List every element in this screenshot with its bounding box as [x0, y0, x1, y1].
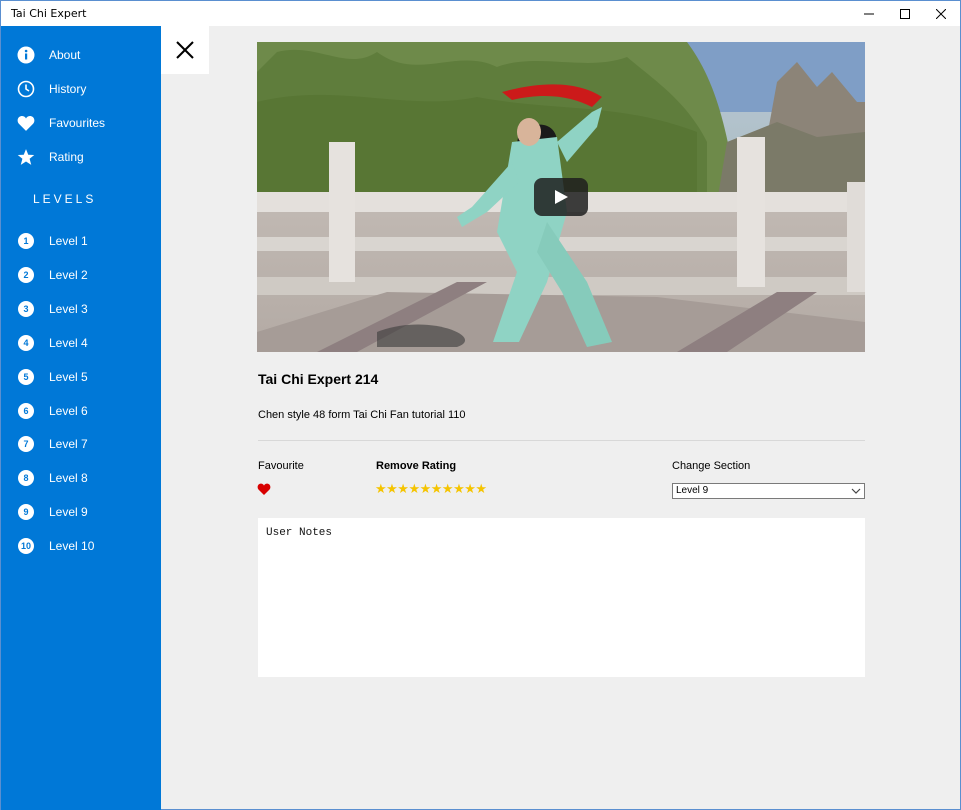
- close-window-button[interactable]: [923, 1, 959, 26]
- level-number-badge: 9: [18, 504, 34, 520]
- video-description: Chen style 48 form Tai Chi Fan tutorial …: [258, 409, 466, 421]
- clock-icon: [17, 80, 35, 98]
- sidebar-item-level-6[interactable]: 6 Level 6: [1, 394, 161, 428]
- sidebar-item-label: Level 7: [49, 437, 88, 451]
- maximize-button[interactable]: [887, 1, 923, 26]
- sidebar-item-label: Level 10: [49, 539, 95, 553]
- sidebar-item-level-3[interactable]: 3 Level 3: [1, 292, 161, 326]
- level-number-badge: 3: [18, 301, 34, 317]
- user-notes-textarea[interactable]: User Notes: [258, 518, 865, 677]
- sidebar-item-level-7[interactable]: 7 Level 7: [1, 427, 161, 461]
- sidebar-item-label: Rating: [49, 150, 84, 164]
- sidebar-item-label: Level 4: [49, 336, 88, 350]
- close-detail-button[interactable]: [161, 26, 209, 74]
- sidebar-item-about[interactable]: About: [1, 38, 161, 72]
- sidebar-item-favourites[interactable]: Favourites: [1, 106, 161, 140]
- sidebar-item-label: Level 2: [49, 268, 88, 282]
- level-number-badge: 6: [18, 403, 34, 419]
- sidebar-item-level-1[interactable]: 1 Level 1: [1, 224, 161, 258]
- level-number-badge: 10: [18, 538, 34, 554]
- section-select-value: Level 9: [676, 485, 709, 496]
- section-select[interactable]: Level 9: [672, 483, 865, 499]
- sidebar-item-level-8[interactable]: 8 Level 8: [1, 461, 161, 495]
- level-number-badge: 7: [18, 436, 34, 452]
- chevron-down-icon: [851, 488, 861, 494]
- play-button[interactable]: [534, 178, 588, 216]
- level-number-badge: 2: [18, 267, 34, 283]
- favourite-label: Favourite: [258, 460, 304, 472]
- close-icon: [176, 41, 194, 59]
- sidebar-item-label: Level 1: [49, 234, 88, 248]
- sidebar-item-rating[interactable]: Rating: [1, 140, 161, 174]
- change-section-label: Change Section: [672, 460, 751, 472]
- rating-stars[interactable]: ★★★★★★★★★★: [375, 483, 487, 497]
- user-notes-placeholder: User Notes: [266, 527, 333, 539]
- sidebar-item-label: Level 9: [49, 505, 88, 519]
- sidebar-item-level-5[interactable]: 5 Level 5: [1, 360, 161, 394]
- level-number-badge: 1: [18, 233, 34, 249]
- play-icon: [555, 190, 568, 204]
- sidebar-item-level-9[interactable]: 9 Level 9: [1, 495, 161, 529]
- heart-icon: [17, 114, 35, 132]
- sidebar-item-label: Level 6: [49, 404, 88, 418]
- sidebar-item-level-2[interactable]: 2 Level 2: [1, 258, 161, 292]
- levels-header: LEVELS: [33, 192, 97, 206]
- sidebar-item-label: History: [49, 82, 87, 96]
- sidebar-item-label: About: [49, 48, 81, 62]
- video-title: Tai Chi Expert 214: [258, 371, 379, 387]
- minimize-icon: [864, 13, 874, 14]
- video-player[interactable]: [257, 42, 865, 352]
- level-number-badge: 4: [18, 335, 34, 351]
- info-icon: [17, 46, 35, 64]
- remove-rating-button[interactable]: Remove Rating: [376, 460, 456, 472]
- sidebar-item-label: Favourites: [49, 116, 106, 130]
- sidebar-item-level-10[interactable]: 10 Level 10: [1, 529, 161, 563]
- divider: [258, 440, 865, 441]
- level-number-badge: 8: [18, 470, 34, 486]
- sidebar-item-label: Level 3: [49, 302, 88, 316]
- window-title: Tai Chi Expert: [11, 7, 87, 20]
- level-number-badge: 5: [18, 369, 34, 385]
- star-icon: [17, 148, 35, 166]
- app-window: Tai Chi Expert About History Favourites …: [0, 0, 961, 810]
- favourite-heart-icon[interactable]: [257, 483, 271, 495]
- sidebar-item-level-4[interactable]: 4 Level 4: [1, 326, 161, 360]
- sidebar-item-history[interactable]: History: [1, 72, 161, 106]
- sidebar: About History Favourites Rating LEVELS 1…: [1, 26, 161, 810]
- sidebar-item-label: Level 8: [49, 471, 88, 485]
- close-icon: [936, 8, 946, 19]
- title-bar[interactable]: Tai Chi Expert: [1, 1, 960, 26]
- minimize-button[interactable]: [851, 1, 887, 26]
- maximize-icon: [900, 8, 910, 19]
- sidebar-item-label: Level 5: [49, 370, 88, 384]
